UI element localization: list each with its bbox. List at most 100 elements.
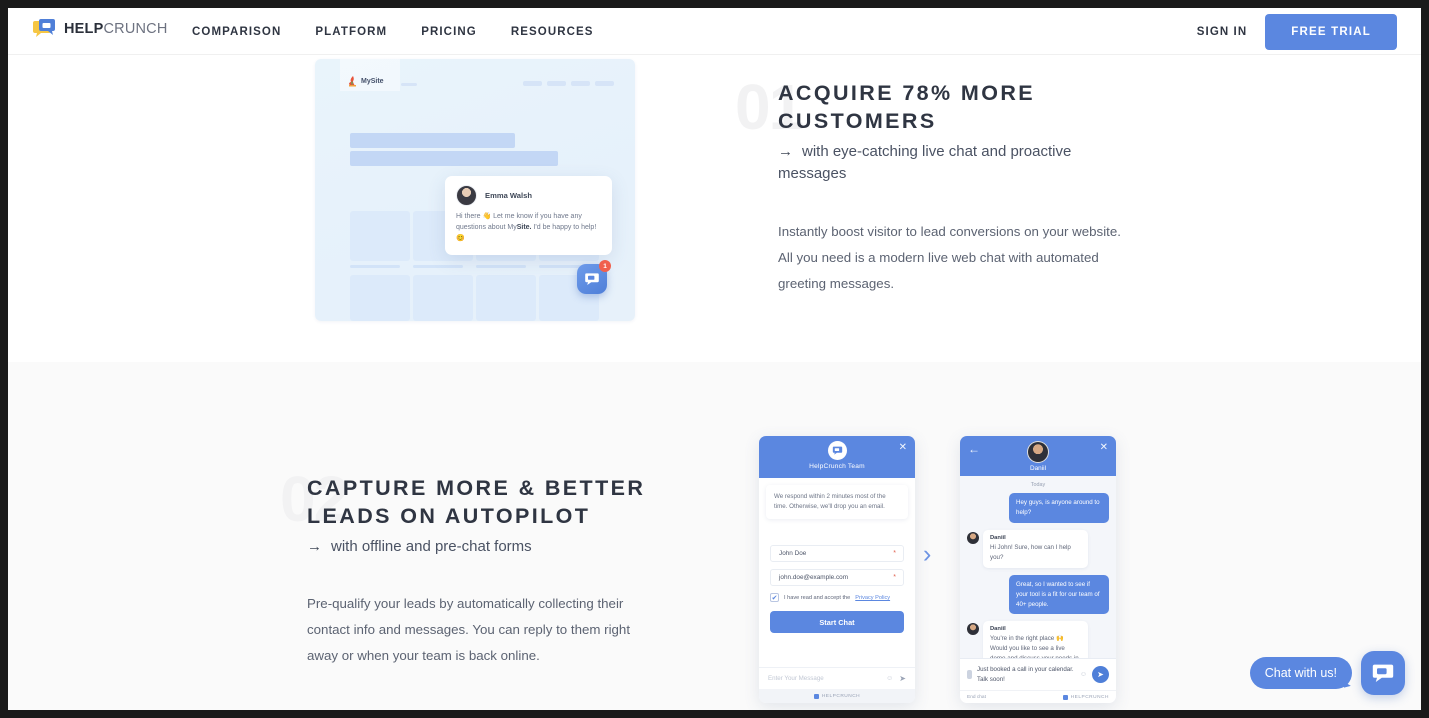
message-author: Daniil bbox=[990, 626, 1006, 633]
end-chat-link[interactable]: End chat bbox=[967, 695, 986, 700]
agent-avatar bbox=[456, 185, 477, 206]
chat-message-bold: Site. bbox=[516, 223, 532, 231]
arrow-right-icon: → bbox=[307, 537, 322, 555]
send-icon[interactable]: ➤ bbox=[899, 674, 906, 683]
website-chat-mockup: MySite Emma Walsh Hi there 👋 Let me know… bbox=[315, 59, 635, 321]
mockup-nav-dash bbox=[595, 81, 614, 86]
message-bubble-outgoing: Hey guys, is anyone around to help? bbox=[1009, 493, 1109, 523]
section1-heading: ACQUIRE 78% MORE CUSTOMERS bbox=[778, 81, 1036, 133]
mockup-caption-line bbox=[413, 265, 463, 268]
section2-body-text: Pre-qualify your leads by automatically … bbox=[307, 596, 631, 663]
logo-word-crunch: CRUNCH bbox=[103, 21, 168, 37]
prechat-form-widget: ✕ HelpCrunch Team We respond within 2 mi… bbox=[759, 436, 915, 703]
name-input[interactable]: John Doe * bbox=[770, 545, 904, 563]
chat-bubble-icon bbox=[1372, 664, 1394, 682]
page-frame: HELPCRUNCH COMPARISON PLATFORM PRICING R… bbox=[8, 8, 1421, 710]
widget-header: ✕ HelpCrunch Team bbox=[759, 436, 915, 478]
proactive-chat-card: Emma Walsh Hi there 👋 Let me know if you… bbox=[445, 176, 612, 255]
logo-word-help: HELP bbox=[64, 21, 104, 37]
mockup-headline-bar bbox=[350, 133, 515, 148]
conversation-widget: ← ✕ Daniil Today Hey guys, is anyone aro… bbox=[960, 436, 1116, 703]
mockup-nav-dash bbox=[547, 81, 566, 86]
mockup-chat-launcher[interactable]: 1 bbox=[577, 260, 611, 294]
required-marker: * bbox=[893, 550, 896, 558]
helpcrunch-logo-icon bbox=[32, 17, 56, 41]
agent-avatar bbox=[1027, 441, 1049, 463]
mockup-tile bbox=[413, 275, 473, 321]
footer-brand-label: HELPCRUNCH bbox=[821, 693, 861, 699]
message-text: Hi John! Sure, how can I help you? bbox=[990, 543, 1071, 561]
mockup-caption-line bbox=[476, 265, 526, 268]
helpcrunch-avatar-icon bbox=[827, 441, 847, 460]
unread-badge: 1 bbox=[599, 260, 611, 272]
prechat-form: John Doe * john.doe@example.com * ✔ I ha… bbox=[759, 519, 915, 634]
nav-item-comparison[interactable]: COMPARISON bbox=[192, 26, 281, 38]
mockup-headline-bar bbox=[350, 151, 558, 166]
section1-subheading: → with eye-catching live chat and proacti… bbox=[778, 141, 1138, 186]
back-icon[interactable]: ← bbox=[968, 443, 980, 455]
chat-bubble-icon bbox=[585, 273, 599, 285]
message-list[interactable]: Today Hey guys, is anyone around to help… bbox=[960, 476, 1116, 666]
send-button[interactable]: ➤ bbox=[1092, 666, 1109, 683]
logo-wordmark: HELPCRUNCH bbox=[64, 21, 168, 37]
nav-item-pricing[interactable]: PRICING bbox=[421, 26, 477, 38]
section1-subheading-text: with eye-catching live chat and proactiv… bbox=[778, 142, 1072, 183]
section1-text-block: ACQUIRE 78% MORE CUSTOMERS → with eye-cat… bbox=[778, 80, 1138, 186]
section2-subheading-text: with offline and pre-chat forms bbox=[331, 537, 532, 555]
section2-subheading: → with offline and pre-chat forms bbox=[307, 536, 652, 559]
email-input[interactable]: john.doe@example.com * bbox=[770, 569, 904, 587]
message-composer[interactable]: Just booked a call in your calendar. Tal… bbox=[960, 658, 1116, 690]
widget-footer: End chat HELPCRUNCH bbox=[960, 690, 1116, 703]
widget-response-note: We respond within 2 minutes most of the … bbox=[766, 485, 908, 520]
nav-item-resources[interactable]: RESOURCES bbox=[511, 26, 594, 38]
site-chat-launcher: Chat with us! bbox=[1249, 651, 1405, 695]
message-bubble-outgoing: Great, so I wanted to see if your tool i… bbox=[1009, 574, 1109, 615]
emoji-icon[interactable]: ☺ bbox=[886, 675, 893, 682]
message-input-row[interactable]: Enter Your Message ☺ ➤ bbox=[759, 667, 915, 689]
launcher-greeting-bubble[interactable]: Chat with us! bbox=[1249, 657, 1352, 689]
message-row-incoming: Daniil Hi John! Sure, how can I help you… bbox=[967, 529, 1109, 568]
mockup-nav-dash bbox=[401, 83, 417, 86]
message-author: Daniil bbox=[990, 534, 1006, 541]
chat-card-message: Hi there 👋 Let me know if you have any q… bbox=[456, 212, 601, 245]
sign-in-link[interactable]: SIGN IN bbox=[1197, 26, 1248, 38]
launcher-button[interactable] bbox=[1361, 651, 1405, 695]
helpcrunch-logo[interactable]: HELPCRUNCH bbox=[32, 17, 168, 41]
privacy-consent-row[interactable]: ✔ I have read and accept the Privacy Pol… bbox=[770, 593, 904, 603]
site-header: HELPCRUNCH COMPARISON PLATFORM PRICING R… bbox=[8, 8, 1421, 55]
widget-header: ← ✕ Daniil bbox=[960, 436, 1116, 476]
mockup-nav-dash bbox=[523, 81, 542, 86]
emoji-icon[interactable]: ☺ bbox=[1080, 671, 1087, 678]
close-icon[interactable]: ✕ bbox=[899, 443, 907, 453]
free-trial-button[interactable]: FREE TRIAL bbox=[1265, 13, 1397, 50]
nav-item-platform[interactable]: PLATFORM bbox=[315, 26, 387, 38]
mockup-tile bbox=[350, 275, 410, 321]
mysite-label: MySite bbox=[361, 78, 384, 85]
agent-name: Daniil bbox=[1030, 465, 1046, 472]
agent-avatar bbox=[967, 623, 979, 636]
agent-name: Emma Walsh bbox=[485, 191, 532, 200]
mysite-icon bbox=[349, 76, 356, 87]
required-marker: * bbox=[893, 574, 896, 582]
composer-draft-text: Just booked a call in your calendar. Tal… bbox=[977, 666, 1074, 683]
email-input-value: john.doe@example.com bbox=[779, 574, 849, 582]
message-bubble-incoming: Daniil Hi John! Sure, how can I help you… bbox=[983, 529, 1088, 568]
section-capture-leads: 02 CAPTURE MORE & BETTER LEADS ON AUTOPI… bbox=[8, 362, 1421, 710]
widget-team-name: HelpCrunch Team bbox=[809, 463, 865, 470]
section2-text-block: CAPTURE MORE & BETTER LEADS ON AUTOPILOT… bbox=[307, 475, 652, 558]
mockup-nav-dash bbox=[571, 81, 590, 86]
chevron-right-icon: › bbox=[923, 540, 932, 568]
attachment-icon[interactable] bbox=[967, 670, 972, 679]
helpcrunch-mark-icon bbox=[813, 693, 819, 699]
start-chat-button[interactable]: Start Chat bbox=[770, 611, 904, 634]
header-actions: SIGN IN FREE TRIAL bbox=[1197, 8, 1397, 55]
consent-checkbox[interactable]: ✔ bbox=[770, 593, 779, 603]
consent-text: I have read and accept the bbox=[784, 594, 851, 601]
main-navigation: COMPARISON PLATFORM PRICING RESOURCES bbox=[192, 8, 594, 55]
message-input-placeholder: Enter Your Message bbox=[768, 675, 824, 682]
privacy-policy-link[interactable]: Privacy Policy bbox=[855, 595, 890, 601]
section-acquire-customers: MySite Emma Walsh Hi there 👋 Let me know… bbox=[8, 55, 1421, 362]
mockup-tile bbox=[350, 211, 410, 261]
close-icon[interactable]: ✕ bbox=[1100, 443, 1108, 453]
mockup-tile bbox=[476, 275, 536, 321]
